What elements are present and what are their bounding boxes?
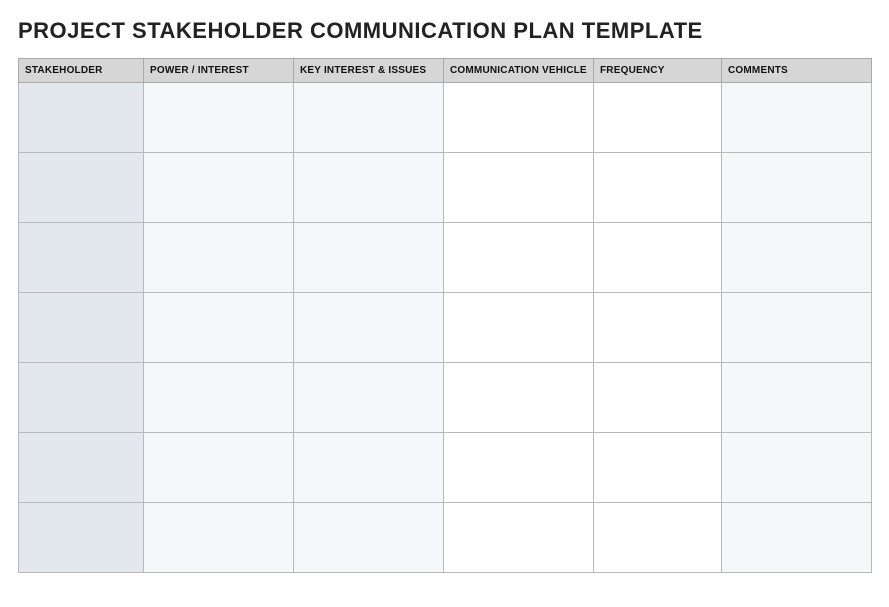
cell-communication-vehicle[interactable] — [444, 223, 594, 293]
cell-comments[interactable] — [722, 433, 872, 503]
cell-comments[interactable] — [722, 363, 872, 433]
cell-frequency[interactable] — [594, 503, 722, 573]
table-row — [19, 363, 872, 433]
cell-stakeholder[interactable] — [19, 293, 144, 363]
col-header-key-interest-issues: KEY INTEREST & ISSUES — [294, 59, 444, 83]
cell-power-interest[interactable] — [144, 503, 294, 573]
cell-power-interest[interactable] — [144, 293, 294, 363]
cell-comments[interactable] — [722, 503, 872, 573]
cell-key-interest-issues[interactable] — [294, 153, 444, 223]
cell-communication-vehicle[interactable] — [444, 293, 594, 363]
page-title: PROJECT STAKEHOLDER COMMUNICATION PLAN T… — [18, 18, 871, 44]
table-row — [19, 503, 872, 573]
cell-communication-vehicle[interactable] — [444, 433, 594, 503]
cell-comments[interactable] — [722, 223, 872, 293]
cell-key-interest-issues[interactable] — [294, 433, 444, 503]
cell-frequency[interactable] — [594, 153, 722, 223]
col-header-comments: COMMENTS — [722, 59, 872, 83]
cell-frequency[interactable] — [594, 223, 722, 293]
cell-power-interest[interactable] — [144, 223, 294, 293]
table-row — [19, 83, 872, 153]
cell-stakeholder[interactable] — [19, 433, 144, 503]
cell-stakeholder[interactable] — [19, 83, 144, 153]
cell-frequency[interactable] — [594, 433, 722, 503]
table-row — [19, 293, 872, 363]
cell-communication-vehicle[interactable] — [444, 503, 594, 573]
cell-stakeholder[interactable] — [19, 223, 144, 293]
cell-stakeholder[interactable] — [19, 503, 144, 573]
cell-power-interest[interactable] — [144, 433, 294, 503]
cell-power-interest[interactable] — [144, 363, 294, 433]
cell-comments[interactable] — [722, 293, 872, 363]
col-header-frequency: FREQUENCY — [594, 59, 722, 83]
cell-key-interest-issues[interactable] — [294, 503, 444, 573]
stakeholder-plan-table: STAKEHOLDER POWER / INTEREST KEY INTERES… — [18, 58, 872, 573]
cell-frequency[interactable] — [594, 363, 722, 433]
cell-key-interest-issues[interactable] — [294, 293, 444, 363]
cell-power-interest[interactable] — [144, 153, 294, 223]
cell-comments[interactable] — [722, 153, 872, 223]
cell-communication-vehicle[interactable] — [444, 153, 594, 223]
cell-stakeholder[interactable] — [19, 363, 144, 433]
cell-stakeholder[interactable] — [19, 153, 144, 223]
cell-comments[interactable] — [722, 83, 872, 153]
cell-frequency[interactable] — [594, 83, 722, 153]
cell-communication-vehicle[interactable] — [444, 83, 594, 153]
cell-power-interest[interactable] — [144, 83, 294, 153]
col-header-communication-vehicle: COMMUNICATION VEHICLE — [444, 59, 594, 83]
cell-key-interest-issues[interactable] — [294, 223, 444, 293]
cell-key-interest-issues[interactable] — [294, 363, 444, 433]
cell-key-interest-issues[interactable] — [294, 83, 444, 153]
table-header-row: STAKEHOLDER POWER / INTEREST KEY INTERES… — [19, 59, 872, 83]
table-row — [19, 433, 872, 503]
table-row — [19, 223, 872, 293]
col-header-stakeholder: STAKEHOLDER — [19, 59, 144, 83]
cell-communication-vehicle[interactable] — [444, 363, 594, 433]
col-header-power-interest: POWER / INTEREST — [144, 59, 294, 83]
table-row — [19, 153, 872, 223]
cell-frequency[interactable] — [594, 293, 722, 363]
